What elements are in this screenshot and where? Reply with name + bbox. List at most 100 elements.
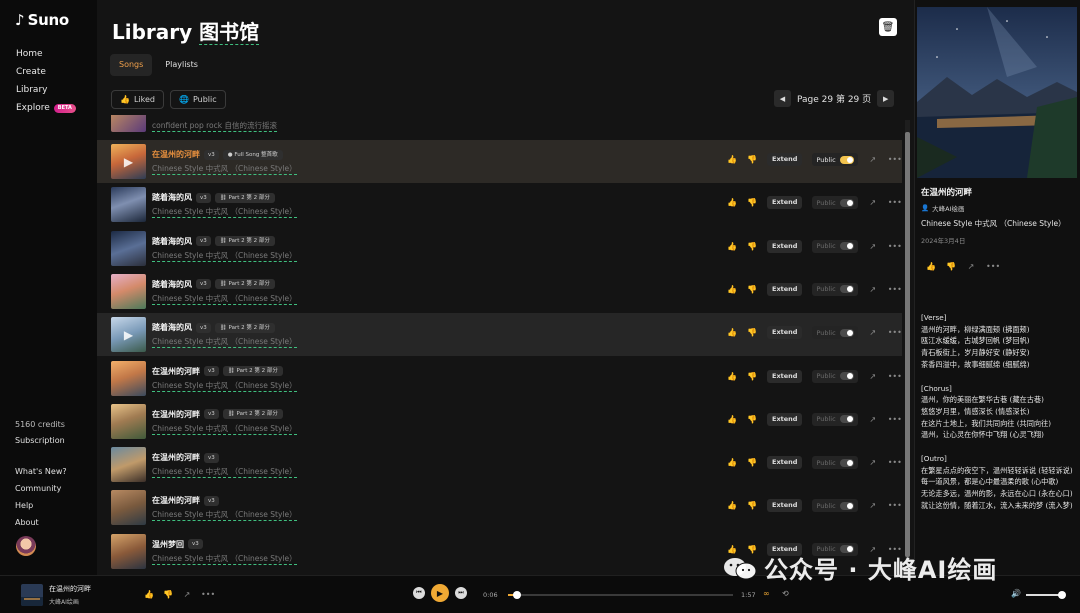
more-icon[interactable]: •••	[201, 590, 215, 599]
public-filter-button[interactable]: 🌐 Public	[170, 90, 226, 109]
extend-button[interactable]: Extend	[767, 456, 803, 470]
volume-icon[interactable]: 🔊	[1011, 589, 1021, 598]
extend-button[interactable]: Extend	[767, 326, 803, 340]
song-row[interactable]: 在温州的河畔 v3 Chinese Style 中式风 （Chinese Style…	[97, 443, 902, 486]
toggle-switch[interactable]	[839, 501, 854, 510]
thumbs-down-icon[interactable]: 👎	[747, 198, 757, 207]
song-thumbnail[interactable]: ▶	[111, 144, 146, 179]
song-row-partial[interactable]: confident pop rock 自信的流行摇滚	[97, 115, 902, 136]
more-icon[interactable]: •••	[888, 458, 902, 467]
thumbs-up-icon[interactable]: 👍	[727, 415, 737, 424]
liked-filter-button[interactable]: 👍 Liked	[111, 90, 164, 109]
public-toggle[interactable]: Public	[812, 239, 858, 253]
song-thumbnail[interactable]	[111, 533, 146, 569]
toggle-switch[interactable]	[839, 155, 854, 164]
more-icon[interactable]: •••	[888, 415, 902, 424]
panel-artist[interactable]: 👤 大峰AI绘画	[921, 203, 964, 213]
whats-new-link[interactable]: What's New?	[15, 466, 67, 478]
public-toggle[interactable]: Public	[812, 369, 858, 383]
song-list-scrollbar[interactable]	[905, 120, 910, 560]
toggle-switch[interactable]	[839, 285, 854, 294]
song-thumbnail[interactable]	[111, 447, 146, 483]
thumbs-down-icon[interactable]: 👎	[747, 415, 757, 424]
thumbs-down-icon[interactable]: 👎	[163, 590, 173, 599]
extend-button[interactable]: Extend	[767, 196, 803, 210]
prev-page-button[interactable]: ◀	[774, 90, 791, 107]
extend-button[interactable]: Extend	[767, 369, 803, 383]
thumbs-up-icon[interactable]: 👍	[727, 501, 737, 510]
public-toggle[interactable]: Public	[812, 196, 858, 210]
song-title[interactable]: 在温州的河畔	[152, 149, 200, 160]
more-icon[interactable]: •••	[888, 155, 902, 164]
song-thumbnail[interactable]: ▶	[111, 317, 146, 353]
community-link[interactable]: Community	[15, 483, 67, 495]
song-thumbnail[interactable]	[111, 187, 146, 223]
song-title[interactable]: 温州梦回	[152, 539, 184, 550]
share-icon[interactable]: ↗	[868, 501, 878, 510]
song-row[interactable]: 踏着海的风 v3 ⛓ Part 2 第 2 部分 Chinese Style 中式风 …	[97, 227, 902, 270]
song-title[interactable]: 在温州的河畔	[152, 452, 200, 463]
more-icon[interactable]: •••	[888, 501, 902, 510]
song-row[interactable]: ▶ 踏着海的风 v3 ⛓ Part 2 第 2 部分 Chinese Style 中式风…	[97, 313, 902, 357]
song-row[interactable]: 在温州的河畔 v3 ⛓ Part 2 第 2 部分 Chinese Style 中式风…	[97, 357, 902, 400]
thumbs-down-icon[interactable]: 👎	[747, 285, 757, 294]
extend-button[interactable]: Extend	[767, 239, 803, 253]
public-toggle[interactable]: Public	[812, 499, 858, 513]
thumbs-up-icon[interactable]: 👍	[727, 198, 737, 207]
tab-songs[interactable]: Songs	[110, 54, 153, 76]
thumbs-up-icon[interactable]: 👍	[727, 242, 737, 251]
thumbs-down-icon[interactable]: 👎	[747, 372, 757, 381]
volume-slider[interactable]	[1026, 591, 1066, 599]
sidebar-item-library[interactable]: Library	[16, 83, 76, 97]
toggle-switch[interactable]	[839, 415, 854, 424]
repeat-icon[interactable]: ⟲	[782, 589, 789, 598]
toggle-switch[interactable]	[839, 328, 854, 337]
public-toggle[interactable]: Public	[812, 282, 858, 296]
song-title[interactable]: 在温州的河畔	[152, 409, 200, 420]
play-icon[interactable]: ▶	[111, 144, 146, 179]
song-row[interactable]: 在温州的河畔 v3 ⛓ Part 2 第 2 部分 Chinese Style 中式风…	[97, 400, 902, 443]
user-avatar[interactable]	[16, 536, 36, 556]
public-toggle[interactable]: Public	[812, 326, 858, 340]
thumbs-up-icon[interactable]: 👍	[727, 155, 737, 164]
thumbs-up-icon[interactable]: 👍	[926, 262, 936, 271]
public-toggle[interactable]: Public	[812, 456, 858, 470]
progress-bar[interactable]	[508, 591, 733, 599]
next-page-button[interactable]: ▶	[877, 90, 895, 107]
song-row[interactable]: 在温州的河畔 v3 Chinese Style 中式风 （Chinese Style…	[97, 486, 902, 529]
share-icon[interactable]: ↗	[868, 328, 878, 337]
more-icon[interactable]: •••	[888, 285, 902, 294]
thumbs-down-icon[interactable]: 👎	[747, 242, 757, 251]
more-icon[interactable]: •••	[888, 242, 902, 251]
trash-button[interactable]: 🗑	[879, 18, 897, 36]
suno-logo[interactable]: ♪ Suno	[15, 11, 69, 29]
sidebar-item-explore[interactable]: Explore BETA	[16, 101, 76, 115]
toggle-switch[interactable]	[839, 242, 854, 251]
thumbs-down-icon[interactable]: 👎	[747, 501, 757, 510]
previous-track-button[interactable]: ⏮	[413, 587, 425, 599]
help-link[interactable]: Help	[15, 500, 67, 512]
song-row[interactable]: 踏着海的风 v3 ⛓ Part 2 第 2 部分 Chinese Style 中式风 …	[97, 183, 902, 226]
share-icon[interactable]: ↗	[868, 415, 878, 424]
song-row[interactable]: ▶ 在温州的河畔 v3 ● Full Song 整首歌 Chinese Style 中式…	[97, 140, 902, 183]
share-icon[interactable]: ↗	[182, 590, 192, 599]
more-icon[interactable]: •••	[888, 372, 902, 381]
more-icon[interactable]: •••	[888, 328, 902, 337]
song-thumbnail[interactable]	[111, 230, 146, 266]
share-icon[interactable]: ↗	[868, 198, 878, 207]
extend-button[interactable]: Extend	[767, 153, 803, 166]
share-icon[interactable]: ↗	[868, 372, 878, 381]
share-icon[interactable]: ↗	[868, 458, 878, 467]
song-title[interactable]: 踏着海的风	[152, 279, 192, 290]
more-icon[interactable]: •••	[888, 198, 902, 207]
thumbs-down-icon[interactable]: 👎	[747, 458, 757, 467]
thumbs-up-icon[interactable]: 👍	[727, 458, 737, 467]
song-row[interactable]: 踏着海的风 v3 ⛓ Part 2 第 2 部分 Chinese Style 中式风 …	[97, 270, 902, 313]
toggle-switch[interactable]	[839, 372, 854, 380]
song-thumbnail[interactable]	[111, 273, 146, 309]
toggle-switch[interactable]	[839, 458, 854, 467]
play-pause-button[interactable]: ▶	[431, 584, 449, 602]
share-icon[interactable]: ↗	[868, 155, 878, 164]
song-thumbnail[interactable]	[111, 403, 146, 439]
song-title[interactable]: 踏着海的风	[152, 322, 192, 333]
